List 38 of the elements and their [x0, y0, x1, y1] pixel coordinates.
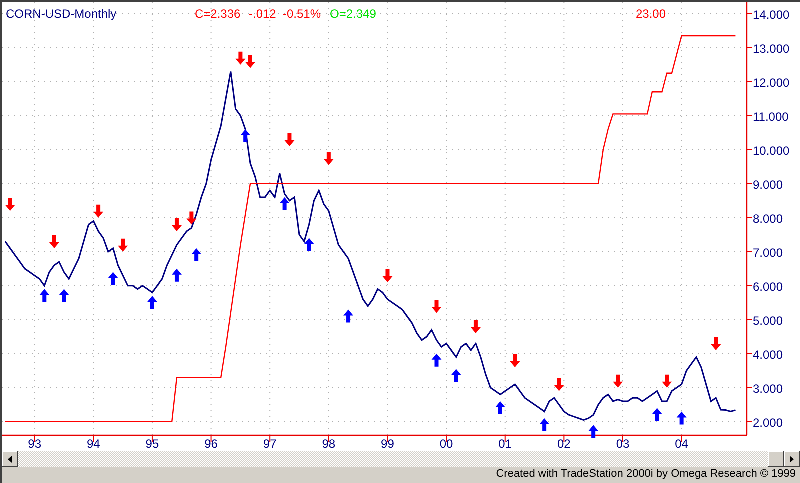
axis-label: 2.000 [753, 416, 784, 430]
axis-label: 3.000 [753, 382, 784, 396]
indicator-value: 23.00 [636, 7, 666, 21]
axis-label: 97 [263, 437, 277, 451]
axis-label: 01 [498, 437, 512, 451]
scrollbar[interactable] [2, 451, 800, 467]
axis-label: 95 [146, 437, 160, 451]
axis-label: 14.000 [753, 8, 790, 22]
axis-label: 98 [322, 437, 336, 451]
axis-label: 93 [28, 437, 42, 451]
scroll-right-button[interactable] [784, 451, 800, 467]
axis-label: 10.000 [753, 144, 790, 158]
credit-text: Created with TradeStation 2000i by Omega Research © 1999 [496, 468, 796, 480]
close-value: C=2.336 [195, 7, 241, 21]
axis-label: 12.000 [753, 76, 790, 90]
axis-label: 11.000 [753, 110, 789, 124]
percent-change: -0.51% [283, 7, 322, 21]
axis-label: 04 [675, 437, 688, 451]
axis-label: 8.000 [753, 212, 784, 226]
axis-label: 9.000 [753, 178, 784, 192]
axis-label: 96 [204, 437, 218, 451]
axis-label: 03 [616, 437, 630, 451]
right-arrow-icon [790, 456, 794, 462]
change-value: -.012 [249, 7, 276, 21]
axis-label: 13.000 [753, 42, 790, 56]
left-arrow-icon [8, 456, 12, 462]
chart-title: CORN-USD-Monthly [6, 7, 117, 21]
axis-label: 5.000 [753, 314, 784, 328]
axis-label: 02 [558, 437, 571, 451]
axis-label: 94 [86, 437, 100, 451]
axis-label: 7.000 [753, 246, 784, 260]
open-value: O=2.349 [330, 7, 376, 21]
axis-label: 99 [381, 437, 394, 451]
axis-label: 6.000 [753, 280, 784, 294]
scroll-left-button[interactable] [2, 451, 18, 467]
axis-label: 00 [440, 437, 454, 451]
scroll-thumb[interactable] [768, 451, 784, 467]
axis-label: 4.000 [753, 348, 784, 362]
